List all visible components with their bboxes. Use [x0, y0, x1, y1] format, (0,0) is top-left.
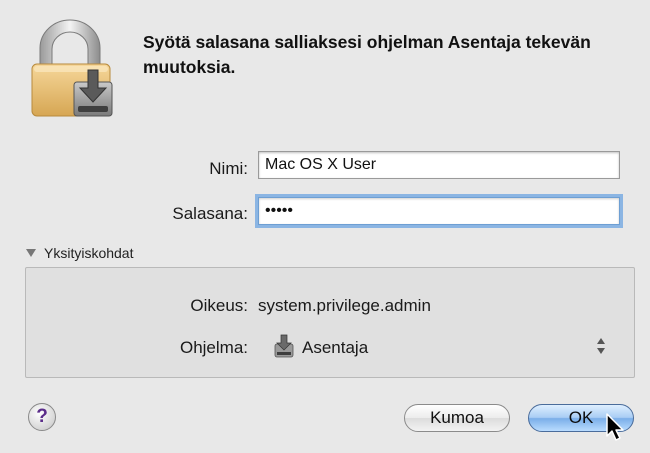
right-value: system.privilege.admin: [258, 296, 431, 315]
name-label: Nimi:: [209, 159, 248, 178]
details-toggle-label: Yksityiskohdat: [44, 245, 134, 261]
name-field[interactable]: [258, 151, 620, 179]
mouse-cursor-icon: [606, 413, 624, 441]
cancel-button[interactable]: Kumoa: [404, 404, 510, 432]
disclosure-triangle-icon: [26, 249, 36, 257]
popup-arrows-icon: [597, 338, 605, 354]
details-panel: [25, 267, 635, 378]
help-button[interactable]: ?: [28, 403, 56, 431]
dialog-message: Syötä salasana salliaksesi ohjelman Asen…: [143, 32, 591, 77]
program-label: Ohjelma:: [179, 338, 248, 357]
password-field[interactable]: [258, 197, 620, 225]
details-disclosure[interactable]: Yksityiskohdat: [26, 245, 133, 261]
right-label: Oikeus:: [190, 296, 248, 315]
password-label: Salasana:: [172, 204, 248, 223]
lock-icon: [31, 19, 113, 117]
installer-icon: [274, 334, 294, 358]
program-value: Asentaja: [302, 338, 369, 357]
